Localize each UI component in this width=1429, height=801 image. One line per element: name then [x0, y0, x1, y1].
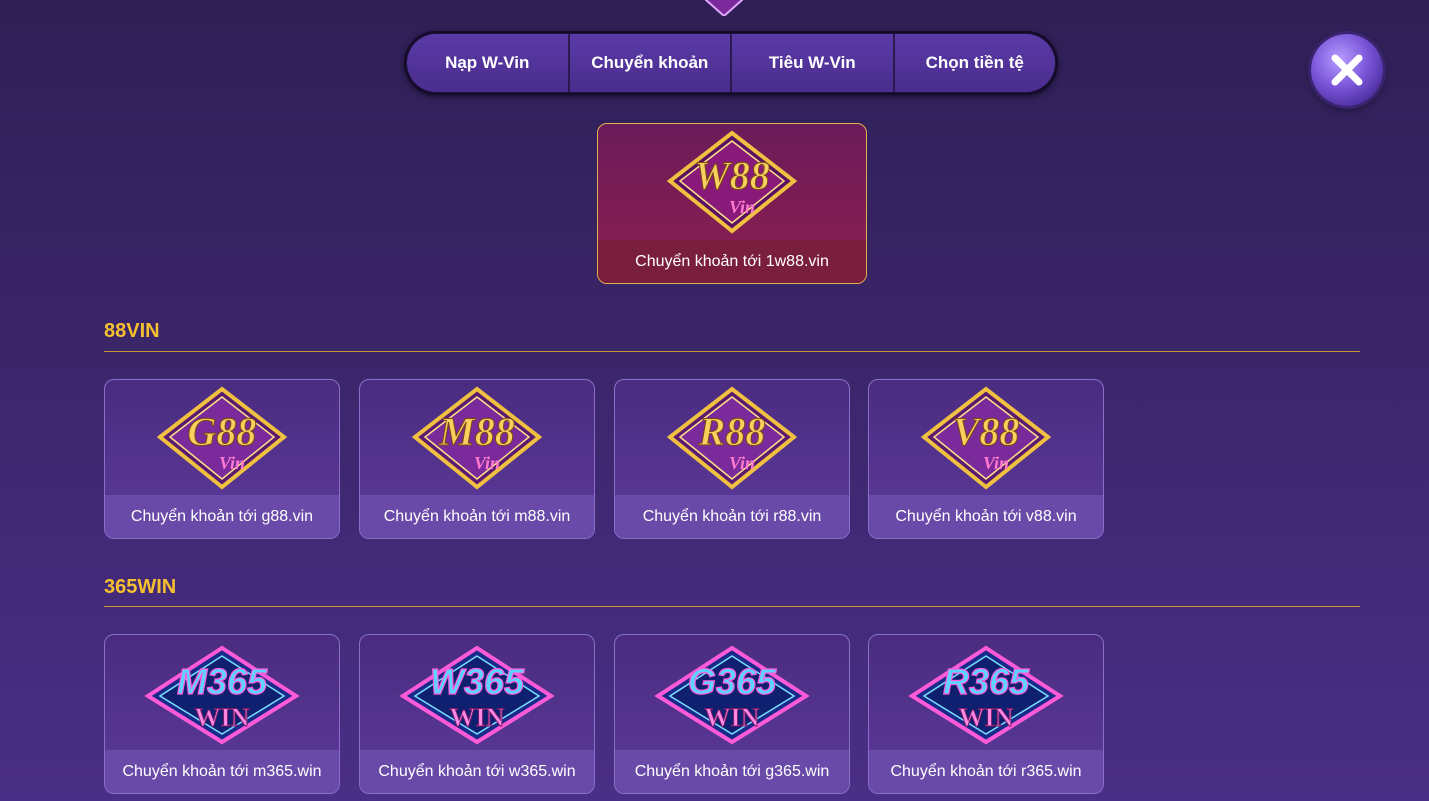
tab-chon-tien-te[interactable]: Chọn tiền tệ [894, 34, 1055, 92]
w88-logo: W88 Vin [598, 124, 866, 240]
v88-logo: V88 Vin [869, 380, 1103, 496]
site-card-r88[interactable]: R88 Vin Chuyển khoản tới r88.vin [614, 379, 850, 539]
m88-logo: M88 Vin [360, 380, 594, 496]
card-caption: Chuyển khoản tới r365.win [869, 750, 1103, 793]
m365-logo: M365 WIN [105, 635, 339, 751]
w365-logo: W365 WIN [360, 635, 594, 751]
logo-sub-text: WIN [705, 703, 760, 732]
tab-chuyen-khoan[interactable]: Chuyển khoản [569, 34, 732, 92]
site-card-m88[interactable]: M88 Vin Chuyển khoản tới m88.vin [359, 379, 595, 539]
logo-main-text: R365 [943, 661, 1030, 702]
logo-main-text: M365 [177, 661, 268, 702]
logo-sub-text: Vin [219, 453, 245, 473]
site-card-g88[interactable]: G88 Vin Chuyển khoản tới g88.vin [104, 379, 340, 539]
logo-sub-text: WIN [450, 703, 505, 732]
section-title-88vin: 88VIN [104, 320, 160, 342]
section-title-365win: 365WIN [104, 576, 177, 598]
site-card-w365[interactable]: W365 WIN Chuyển khoản tới w365.win [359, 634, 595, 794]
r365-logo: R365 WIN [869, 635, 1103, 751]
site-card-r365[interactable]: R365 WIN Chuyển khoản tới r365.win [868, 634, 1104, 794]
tab-nap-wvin[interactable]: Nạp W-Vin [407, 34, 570, 92]
site-card-v88[interactable]: V88 Vin Chuyển khoản tới v88.vin [868, 379, 1104, 539]
logo-sub-text: Vin [729, 197, 755, 217]
logo-sub-text: Vin [729, 453, 755, 473]
card-caption: Chuyển khoản tới r88.vin [615, 495, 849, 538]
logo-main-text: R88 [698, 409, 766, 454]
card-caption: Chuyển khoản tới v88.vin [869, 495, 1103, 538]
logo-main-text: G88 [188, 409, 257, 454]
site-card-m365[interactable]: M365 WIN Chuyển khoản tới m365.win [104, 634, 340, 794]
close-icon [1331, 54, 1363, 86]
section-divider [104, 606, 1360, 607]
logo-main-text: V88 [953, 409, 1020, 454]
card-caption: Chuyển khoản tới m365.win [105, 750, 339, 793]
r88-logo: R88 Vin [615, 380, 849, 496]
logo-main-text: G365 [688, 661, 777, 702]
featured-card-1w88[interactable]: W88 Vin Chuyển khoản tới 1w88.vin [597, 123, 867, 284]
card-caption: Chuyển khoản tới m88.vin [360, 495, 594, 538]
logo-main-text: W88 [694, 153, 770, 198]
logo-sub-text: WIN [195, 703, 250, 732]
top-gem-icon [704, 0, 744, 16]
card-caption: Chuyển khoản tới 1w88.vin [598, 240, 866, 283]
tab-bar: Nạp W-Vin Chuyển khoản Tiêu W-Vin Chọn t… [404, 31, 1058, 95]
logo-main-text: W365 [430, 661, 525, 702]
g88-logo: G88 Vin [105, 380, 339, 496]
logo-sub-text: WIN [959, 703, 1014, 732]
logo-sub-text: Vin [983, 453, 1009, 473]
logo-main-text: M88 [438, 409, 515, 454]
card-caption: Chuyển khoản tới g365.win [615, 750, 849, 793]
section-divider [104, 351, 1360, 352]
card-caption: Chuyển khoản tới w365.win [360, 750, 594, 793]
site-card-g365[interactable]: G365 WIN Chuyển khoản tới g365.win [614, 634, 850, 794]
close-button[interactable] [1311, 34, 1383, 106]
g365-logo: G365 WIN [615, 635, 849, 751]
logo-sub-text: Vin [474, 453, 500, 473]
card-caption: Chuyển khoản tới g88.vin [105, 495, 339, 538]
tab-tieu-wvin[interactable]: Tiêu W-Vin [732, 34, 895, 92]
